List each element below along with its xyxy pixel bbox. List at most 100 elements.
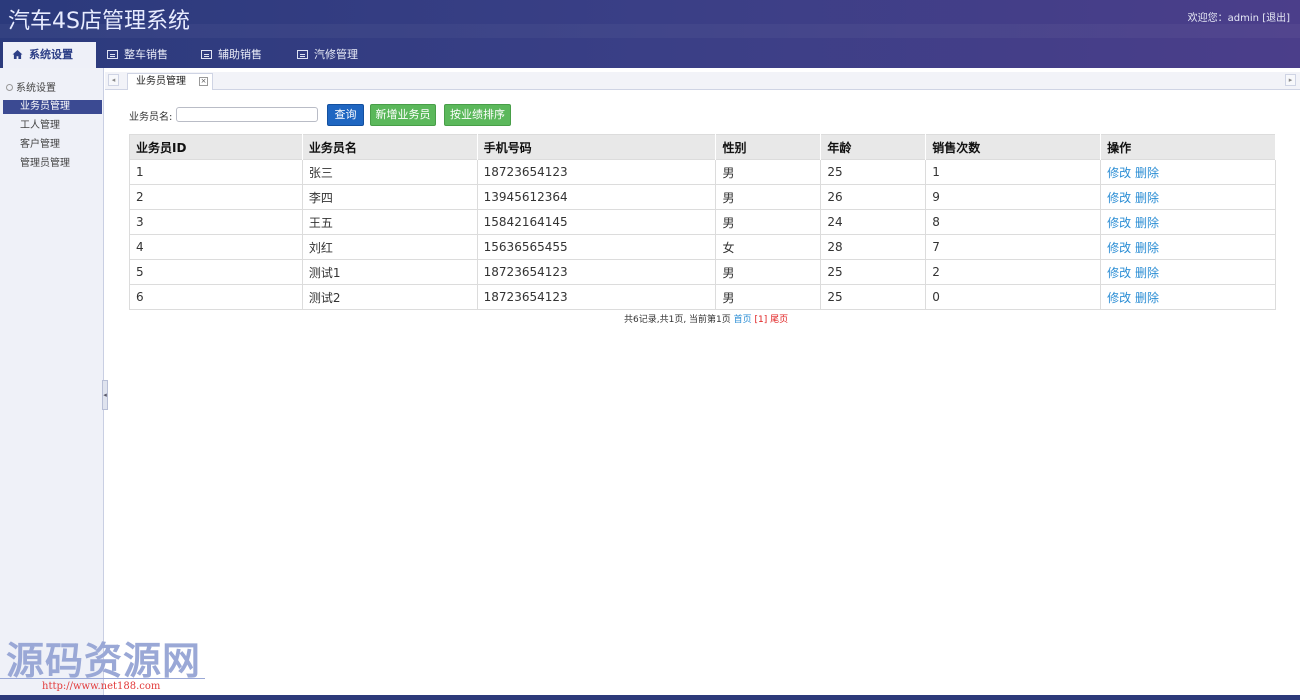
salesman-table: 业务员ID 业务员名 手机号码 性别 年龄 销售次数 操作 1 张三 18723… <box>129 134 1276 310</box>
page-tab-salesman[interactable]: 业务员管理 × <box>127 73 213 90</box>
nav-tab-system-settings[interactable]: 系统设置 <box>3 42 96 69</box>
cell-age: 25 <box>820 159 927 185</box>
column-header-sales: 销售次数 <box>925 134 1102 160</box>
list-icon <box>297 50 308 59</box>
sort-by-performance-button[interactable]: 按业绩排序 <box>444 104 511 126</box>
cell-actions: 修改 删除 <box>1100 159 1276 185</box>
watermark-url: http://www.net188.com <box>42 681 161 692</box>
cell-sales: 0 <box>925 284 1102 310</box>
cell-age: 25 <box>820 259 927 285</box>
cell-id: 3 <box>129 209 303 235</box>
cell-gender: 男 <box>715 209 822 235</box>
cell-id: 2 <box>129 184 303 210</box>
cell-name: 王五 <box>302 209 478 235</box>
watermark-text: 源码资源网 <box>6 639 202 683</box>
cell-phone: 15636565455 <box>477 234 717 260</box>
cell-phone: 18723654123 <box>477 159 717 185</box>
pagination-summary: 共6记录,共1页, 当前第1页 <box>624 315 731 325</box>
cell-name: 李四 <box>302 184 478 210</box>
table-header-row: 业务员ID 业务员名 手机号码 性别 年龄 销售次数 操作 <box>129 134 1276 160</box>
list-icon <box>107 50 118 59</box>
table-row: 5 测试1 18723654123 男 25 2 修改 删除 <box>129 259 1276 285</box>
footer-bar <box>0 695 1300 700</box>
collapse-circle-icon <box>6 84 13 91</box>
cell-id: 1 <box>129 159 303 185</box>
edit-link[interactable]: 修改 <box>1107 291 1131 305</box>
cell-actions: 修改 删除 <box>1100 234 1276 260</box>
last-page-link[interactable]: 尾页 <box>770 315 788 325</box>
app-header: 汽车4S店管理系统 欢迎您：admin [退出] 系统设置 整车销售 辅助销售 … <box>0 0 1300 69</box>
main-nav: 系统设置 整车销售 辅助销售 汽修管理 <box>0 42 1300 69</box>
cell-sales: 1 <box>925 159 1102 185</box>
cell-id: 5 <box>129 259 303 285</box>
nav-tab-vehicle-sales[interactable]: 整车销售 <box>98 42 190 68</box>
edit-link[interactable]: 修改 <box>1107 266 1131 280</box>
sidebar-item-admin[interactable]: 管理员管理 <box>3 157 102 171</box>
column-header-id: 业务员ID <box>129 134 303 160</box>
cell-age: 25 <box>820 284 927 310</box>
cell-phone: 18723654123 <box>477 259 717 285</box>
edit-link[interactable]: 修改 <box>1107 191 1131 205</box>
cell-name: 张三 <box>302 159 478 185</box>
cell-actions: 修改 删除 <box>1100 184 1276 210</box>
username: admin <box>1227 13 1259 24</box>
cell-sales: 2 <box>925 259 1102 285</box>
cell-actions: 修改 删除 <box>1100 284 1276 310</box>
sidebar-item-salesman[interactable]: 业务员管理 <box>3 100 102 114</box>
nav-tab-label: 整车销售 <box>124 48 168 61</box>
nav-tab-label: 系统设置 <box>29 48 73 61</box>
cell-age: 28 <box>820 234 927 260</box>
delete-link[interactable]: 删除 <box>1135 166 1159 180</box>
cell-sales: 7 <box>925 234 1102 260</box>
salesman-name-input[interactable] <box>176 107 318 122</box>
table-row: 1 张三 18723654123 男 25 1 修改 删除 <box>129 159 1276 185</box>
table-row: 2 李四 13945612364 男 26 9 修改 删除 <box>129 184 1276 210</box>
table-row: 4 刘红 15636565455 女 28 7 修改 删除 <box>129 234 1276 260</box>
sidebar-section-title[interactable]: 系统设置 <box>6 79 56 94</box>
cell-sales: 9 <box>925 184 1102 210</box>
cell-gender: 男 <box>715 184 822 210</box>
cell-phone: 13945612364 <box>477 184 717 210</box>
edit-link[interactable]: 修改 <box>1107 216 1131 230</box>
first-page-link[interactable]: 首页 <box>734 315 752 325</box>
column-header-age: 年龄 <box>820 134 927 160</box>
close-icon[interactable]: × <box>199 77 208 86</box>
sidebar-item-customer[interactable]: 客户管理 <box>3 138 102 152</box>
list-icon <box>201 50 212 59</box>
logout-link[interactable]: [退出] <box>1262 13 1290 24</box>
cell-gender: 男 <box>715 284 822 310</box>
watermark-divider <box>0 678 205 679</box>
pagination: 共6记录,共1页, 当前第1页 首页 [1] 尾页 <box>624 312 788 325</box>
cell-age: 24 <box>820 209 927 235</box>
delete-link[interactable]: 删除 <box>1135 216 1159 230</box>
edit-link[interactable]: 修改 <box>1107 241 1131 255</box>
user-welcome: 欢迎您：admin [退出] <box>1188 9 1290 24</box>
delete-link[interactable]: 删除 <box>1135 241 1159 255</box>
page-tab-strip: ◂ 业务员管理 × ▸ <box>105 72 1300 90</box>
cell-id: 6 <box>129 284 303 310</box>
cell-actions: 修改 删除 <box>1100 259 1276 285</box>
cell-sales: 8 <box>925 209 1102 235</box>
sidebar-section-label: 系统设置 <box>16 83 56 94</box>
add-salesman-button[interactable]: 新增业务员 <box>370 104 436 126</box>
delete-link[interactable]: 删除 <box>1135 191 1159 205</box>
query-button[interactable]: 查询 <box>327 104 364 126</box>
home-icon <box>12 50 23 59</box>
edit-link[interactable]: 修改 <box>1107 166 1131 180</box>
cell-name: 测试2 <box>302 284 478 310</box>
tab-scroll-left-icon[interactable]: ◂ <box>108 74 119 86</box>
nav-tab-repair[interactable]: 汽修管理 <box>288 42 380 68</box>
tab-scroll-right-icon[interactable]: ▸ <box>1285 74 1296 86</box>
column-header-actions: 操作 <box>1100 134 1276 160</box>
page-number-link[interactable]: [1] <box>755 315 768 325</box>
cell-phone: 15842164145 <box>477 209 717 235</box>
delete-link[interactable]: 删除 <box>1135 291 1159 305</box>
sidebar-item-worker[interactable]: 工人管理 <box>3 119 102 133</box>
sidebar-collapse-handle[interactable]: ◂ <box>102 380 108 410</box>
nav-tab-aux-sales[interactable]: 辅助销售 <box>192 42 284 68</box>
app-title: 汽车4S店管理系统 <box>8 9 190 34</box>
column-header-name: 业务员名 <box>302 134 478 160</box>
delete-link[interactable]: 删除 <box>1135 266 1159 280</box>
cell-actions: 修改 删除 <box>1100 209 1276 235</box>
table-row: 3 王五 15842164145 男 24 8 修改 删除 <box>129 209 1276 235</box>
